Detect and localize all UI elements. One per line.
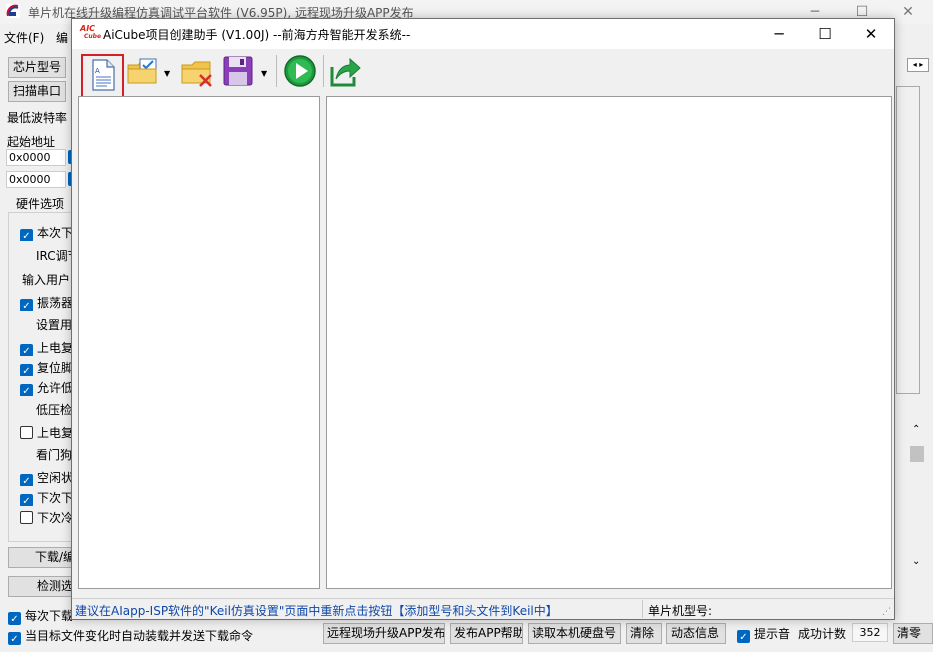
dialog-status-bar: 建议在AIapp-ISP软件的"Keil仿真设置"页面中重新点击按钮【添加型号和…	[72, 598, 894, 619]
export-button[interactable]	[328, 53, 362, 89]
save-dropdown-arrow-icon[interactable]: ▼	[261, 69, 267, 78]
checkbox-checked-icon[interactable]: ✓	[20, 299, 33, 311]
toolbar-separator	[323, 55, 324, 87]
option-row[interactable]: ✓ 空闲状	[20, 469, 76, 486]
project-tree-panel[interactable]	[78, 96, 320, 589]
remote-upgrade-publish-button[interactable]: 远程现场升级APP发布	[323, 623, 445, 644]
checkbox-checked-icon[interactable]: ✓	[20, 494, 33, 506]
checkbox-checked-icon[interactable]: ✓	[20, 474, 33, 486]
open-dropdown-arrow-icon[interactable]: ▼	[164, 69, 170, 78]
option-row[interactable]: 上电复	[20, 424, 76, 441]
start-address-input-1[interactable]: 0x0000	[6, 149, 66, 166]
play-icon	[284, 55, 316, 87]
prompt-sound-checkbox[interactable]: ✓ 提示音	[737, 625, 790, 643]
share-arrow-icon	[330, 57, 361, 87]
menu-edit[interactable]: 编	[56, 29, 68, 46]
option-row[interactable]: ✓ 允许低	[20, 379, 76, 396]
chip-model-button[interactable]: 芯片型号	[8, 57, 66, 78]
status-divider	[642, 600, 643, 618]
option-sub-label: 低压检	[36, 403, 73, 417]
checkbox-unchecked-icon[interactable]	[20, 426, 33, 439]
option-sub-label: 设置用	[36, 318, 73, 332]
aicube-project-wizard-dialog: AIC Cube AiCube项目创建助手 (V1.00J) --前海方舟智能开…	[71, 18, 895, 620]
option-row[interactable]: 下次冷	[20, 509, 76, 526]
scan-port-button[interactable]: 扫描串口	[8, 81, 66, 102]
tab-scroll-arrows[interactable]: ◂ ▸	[907, 58, 929, 72]
checkbox-checked-icon[interactable]: ✓	[20, 364, 33, 376]
checkbox-checked-icon[interactable]: ✓	[737, 630, 750, 643]
status-message: 建议在AIapp-ISP软件的"Keil仿真设置"页面中重新点击按钮【添加型号和…	[75, 604, 558, 618]
option-row[interactable]: ✓ 上电复	[20, 339, 76, 356]
option-row[interactable]: ✓ 本次下	[20, 224, 76, 241]
detect-options-button[interactable]: 检测选	[8, 576, 74, 597]
checkbox-checked-icon[interactable]: ✓	[20, 344, 33, 356]
background-right-panel	[896, 86, 920, 394]
scroll-thumb[interactable]	[910, 446, 924, 462]
reset-count-button[interactable]: 清零	[893, 623, 933, 644]
read-disk-id-button[interactable]: 读取本机硬盘号	[528, 623, 621, 644]
reload-before-download-checkbox[interactable]: ✓每次下载前都重新装载目标文件	[8, 607, 72, 625]
background-scrollbar[interactable]: ⌃ ⌄	[908, 420, 926, 580]
option-row[interactable]: ✓ 复位脚	[20, 359, 76, 376]
svg-text:A: A	[95, 67, 100, 75]
save-project-button[interactable]	[222, 53, 254, 89]
success-count-label: 成功计数	[798, 627, 847, 641]
clear-button[interactable]: 清除	[626, 623, 662, 644]
dialog-maximize-button[interactable]: ☐	[802, 19, 848, 49]
bg-close-button[interactable]: ✕	[893, 2, 923, 22]
folder-check-icon	[127, 58, 157, 84]
checkbox-checked-icon[interactable]: ✓	[20, 384, 33, 396]
scroll-up-icon[interactable]: ⌃	[912, 424, 920, 435]
hardware-options-title: 硬件选项	[14, 195, 67, 212]
menu-file[interactable]: 文件(F)	[4, 29, 44, 46]
success-count-value: 352	[852, 623, 888, 642]
dialog-toolbar: A ▼ ▼	[72, 49, 894, 98]
publish-app-help-button[interactable]: 发布APP帮助	[450, 623, 523, 644]
dialog-close-button[interactable]: ✕	[848, 19, 894, 49]
toolbar-separator	[276, 55, 277, 87]
scroll-down-icon[interactable]: ⌄	[912, 556, 920, 567]
app-logo-icon	[6, 4, 20, 18]
option-row[interactable]: ✓ 下次下	[20, 489, 76, 506]
download-program-button[interactable]: 下载/编	[8, 547, 74, 568]
option-sub-label: 看门狗	[36, 448, 73, 462]
dialog-minimize-button[interactable]: ─	[756, 19, 802, 49]
dialog-title: AiCube项目创建助手 (V1.00J) --前海方舟智能开发系统--	[103, 28, 411, 42]
start-address-label: 起始地址	[7, 135, 56, 149]
start-address-input-2[interactable]: 0x0000	[6, 171, 66, 188]
resize-grip-icon[interactable]: ⋰	[882, 607, 891, 617]
new-document-icon: A	[92, 59, 115, 91]
checkbox-unchecked-icon[interactable]	[20, 511, 33, 524]
option-row[interactable]: ✓ 振荡器	[20, 294, 76, 311]
auto-load-checkbox[interactable]: ✓ 当目标文件变化时自动装载并发送下载命令	[8, 627, 253, 645]
close-project-button[interactable]	[180, 53, 214, 89]
dynamic-info-button[interactable]: 动态信息	[666, 623, 726, 644]
option-sub-label: IRC调节	[36, 249, 76, 263]
folder-delete-icon	[181, 61, 212, 87]
chip-model-label: 单片机型号:	[648, 604, 713, 618]
project-detail-panel[interactable]	[326, 96, 892, 589]
aicube-logo-icon: AIC Cube	[80, 24, 102, 41]
open-project-button[interactable]	[126, 53, 160, 89]
floppy-disk-icon	[223, 56, 253, 86]
checkbox-checked-icon[interactable]: ✓	[8, 632, 21, 645]
option-sub-label: 输入用户	[22, 273, 71, 287]
checkbox-checked-icon[interactable]: ✓	[20, 229, 33, 241]
run-button[interactable]	[282, 53, 318, 89]
checkbox-checked-icon[interactable]: ✓	[8, 612, 21, 625]
min-baud-label: 最低波特率	[7, 111, 68, 125]
new-project-button[interactable]: A	[81, 54, 124, 98]
dialog-title-bar: AIC Cube AiCube项目创建助手 (V1.00J) --前海方舟智能开…	[72, 19, 894, 49]
